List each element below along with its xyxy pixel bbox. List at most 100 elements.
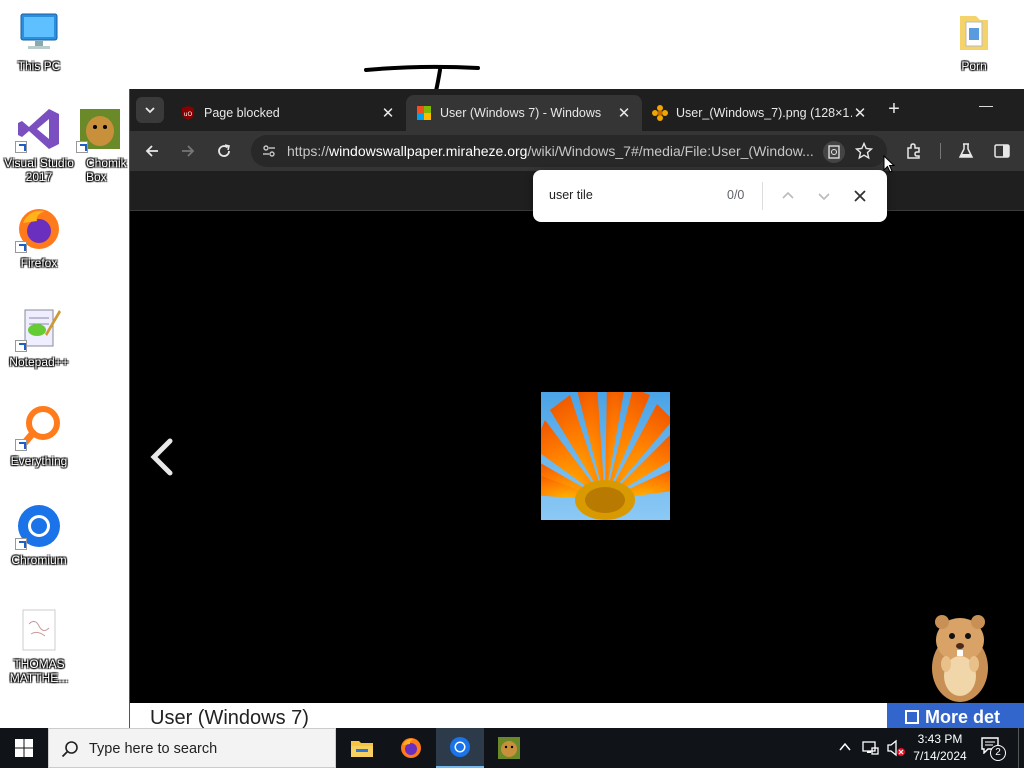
desktop-icon-label: Firefox	[20, 256, 58, 270]
reader-mode-icon[interactable]	[823, 141, 845, 163]
file-icon	[905, 710, 919, 724]
previous-image-button[interactable]	[148, 437, 176, 482]
flask-icon	[958, 143, 974, 158]
image-caption: User (Windows 7)	[150, 707, 309, 728]
tab-title: User_(Windows_7).png (128×1…	[676, 106, 852, 120]
scribble-drawing	[364, 64, 480, 92]
mouse-cursor-icon	[883, 155, 895, 173]
network-status-button[interactable]	[862, 739, 880, 762]
show-hidden-icons-button[interactable]	[838, 740, 852, 759]
chromium-icon	[15, 502, 63, 550]
wiki-icon	[416, 105, 432, 121]
desktop-icon-firefox[interactable]: Firefox	[1, 205, 77, 270]
desktop: This PC Visual Studio 2017 ChomikBox Fir…	[0, 0, 1024, 728]
taskbar-firefox[interactable]	[387, 728, 435, 768]
labs-button[interactable]	[954, 139, 978, 163]
url-text: https://windowswallpaper.miraheze.org/wi…	[287, 143, 814, 159]
tab-title: User (Windows 7) - Windows	[440, 106, 602, 120]
system-clock[interactable]: 3:43 PM 7/14/2024	[902, 731, 978, 765]
search-icon	[61, 741, 78, 758]
firefox-icon	[401, 738, 421, 758]
start-button[interactable]	[0, 728, 48, 768]
ublock-icon: uO	[180, 105, 196, 121]
taskbar-search-box[interactable]: Type here to search	[48, 728, 336, 768]
back-button[interactable]	[140, 139, 164, 163]
tab-title: Page blocked	[204, 106, 280, 120]
chevron-down-icon	[145, 107, 155, 114]
find-in-page-bar: user tile 0/0	[533, 170, 887, 222]
magnifier-icon	[15, 403, 63, 451]
desktop-icon-notepad-plus-plus[interactable]: Notepad++	[1, 304, 77, 369]
minimize-button[interactable]: —	[976, 97, 996, 121]
chromium-icon	[450, 737, 470, 757]
desktop-icon-label: Visual Studio 2017	[4, 156, 74, 184]
tab-page-blocked[interactable]: uO Page blocked ✕	[170, 95, 406, 131]
tab-user-windows-7[interactable]: User (Windows 7) - Windows ✕	[406, 95, 642, 131]
side-panel-icon	[994, 144, 1010, 158]
address-bar[interactable]: https://windowswallpaper.miraheze.org/wi…	[251, 135, 887, 167]
bookmark-star-icon[interactable]	[854, 141, 874, 165]
clock-time: 3:43 PM	[917, 732, 963, 746]
taskbar-chromium[interactable]	[436, 728, 484, 768]
desktop-icon-chomikbox[interactable]: ChomikBox	[70, 105, 130, 184]
more-details-button[interactable]: More det	[887, 703, 1024, 728]
desktop-icon-chromium[interactable]: Chromium	[1, 502, 77, 567]
taskbar-file-explorer[interactable]	[338, 728, 386, 768]
tab-image-file[interactable]: User_(Windows_7).png (128×1… ✕	[642, 95, 878, 131]
shortcut-arrow-icon	[15, 141, 27, 153]
chevron-up-icon	[839, 742, 851, 751]
new-tab-button[interactable]: +	[882, 99, 906, 121]
windows-logo-icon	[15, 739, 33, 757]
firefox-icon	[15, 205, 63, 253]
arrow-right-icon	[182, 145, 195, 157]
action-center-button[interactable]: 2	[980, 736, 1008, 762]
user-tile-image	[541, 392, 670, 520]
forward-button[interactable]	[176, 139, 200, 163]
extensions-button[interactable]	[902, 139, 926, 163]
find-close-button[interactable]	[849, 185, 871, 207]
arrow-left-icon	[145, 145, 158, 157]
tab-strip: uO Page blocked ✕ User (Windows 7) - Win…	[130, 89, 1024, 131]
side-panel-button[interactable]	[990, 139, 1014, 163]
search-placeholder: Type here to search	[89, 741, 218, 757]
find-result-count: 0/0	[727, 188, 745, 202]
notification-count-badge: 2	[990, 745, 1006, 761]
desktop-icon-thomas-document[interactable]: THOMAS MATTHE...	[1, 606, 77, 685]
reload-button[interactable]	[212, 139, 236, 163]
tab-search-button[interactable]	[136, 97, 164, 123]
visual-studio-icon	[15, 105, 63, 153]
chevron-up-icon	[782, 191, 794, 199]
chevron-left-icon	[150, 438, 173, 476]
hamster-app-icon	[498, 737, 520, 759]
shortcut-arrow-icon	[15, 340, 27, 352]
desktop-icon-everything[interactable]: Everything	[1, 403, 77, 468]
computer-icon	[15, 8, 63, 56]
desktop-icon-label: Notepad++	[9, 355, 69, 369]
shortcut-arrow-icon	[15, 241, 27, 253]
desktop-icon-this-pc[interactable]: This PC	[1, 8, 77, 73]
network-icon	[862, 741, 879, 755]
taskbar-chomikbox[interactable]	[485, 728, 533, 768]
shortcut-arrow-icon	[76, 141, 88, 153]
find-divider	[762, 182, 763, 210]
desktop-icon-label: Porn	[961, 59, 987, 73]
find-input[interactable]: user tile	[549, 188, 593, 202]
clock-date: 7/14/2024	[913, 749, 967, 763]
caption-bar: User (Windows 7) More det	[130, 703, 1024, 728]
site-settings-icon[interactable]	[261, 143, 277, 164]
hamster-mascot-image	[932, 615, 988, 702]
puzzle-icon	[907, 143, 920, 159]
find-next-button[interactable]	[813, 185, 835, 207]
desktop-icon-label: Chromium	[11, 553, 67, 567]
close-icon[interactable]: ✕	[616, 105, 632, 122]
svg-text:uO: uO	[184, 111, 193, 118]
close-icon	[854, 190, 866, 202]
desktop-icon-label: This PC	[17, 59, 61, 73]
close-icon[interactable]: ✕	[852, 105, 868, 122]
show-desktop-button[interactable]	[1018, 728, 1024, 768]
desktop-icon-folder[interactable]: Porn	[936, 8, 1012, 73]
media-viewer	[130, 211, 1024, 703]
close-icon[interactable]: ✕	[380, 105, 396, 122]
find-previous-button[interactable]	[777, 185, 799, 207]
desktop-icon-visual-studio[interactable]: Visual Studio 2017	[1, 105, 77, 184]
